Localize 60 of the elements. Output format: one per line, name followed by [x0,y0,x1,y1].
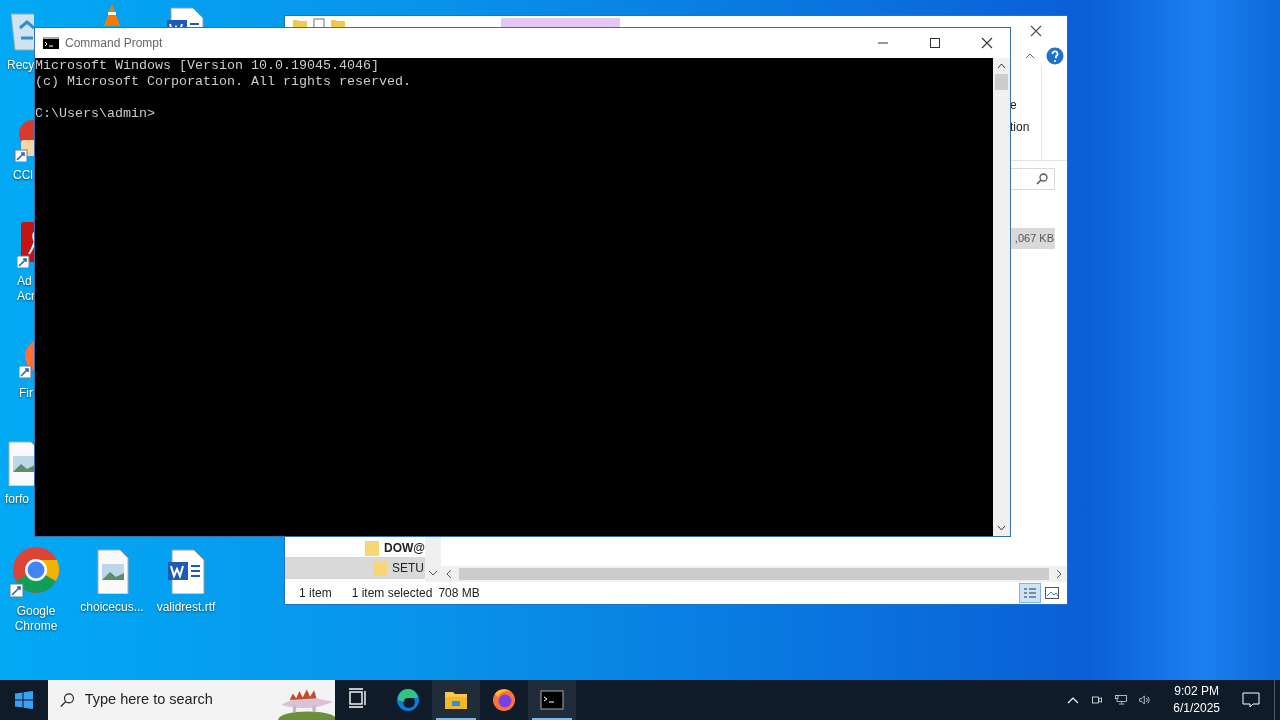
scrollbar-thumb[interactable] [459,568,1049,580]
search-icon [60,691,75,709]
clock-time: 9:02 PM [1173,683,1220,700]
icon-label[interactable]: Google Chrome [14,604,58,634]
icon-label[interactable]: Fir [19,386,33,401]
chevron-down-icon [428,570,438,576]
clock-date: 6/1/2025 [1173,700,1220,717]
ribbon-label[interactable]: e [1010,96,1017,114]
scrollbar-thumb[interactable] [995,74,1008,90]
list-icon [1023,587,1037,599]
ribbon-label[interactable]: tion [1010,118,1030,136]
clock-button[interactable]: 9:02 PM 6/1/2025 [1165,683,1228,717]
chevron-up-icon [1067,696,1080,704]
image-icon [1045,587,1059,599]
chat-bubble-icon [1242,691,1260,709]
window-title: Command Prompt [65,35,163,52]
image-file-icon[interactable] [5,440,34,486]
console-icon [540,688,564,712]
icon-label[interactable]: choicecus... [80,600,144,615]
icon-label[interactable]: validrest.rtf [156,600,216,615]
help-icon[interactable] [1046,47,1064,65]
chevron-up-icon [997,63,1006,69]
close-icon [1030,25,1042,37]
windows-logo-icon [15,691,33,709]
icon-label[interactable]: Recy [7,58,35,73]
icon-label[interactable]: Ad Acr [17,274,35,304]
close-icon [981,37,993,49]
search-icon [1036,172,1048,185]
chevron-down-icon [997,525,1006,531]
taskbar-app[interactable] [432,680,480,720]
status-text: 1 item [299,585,332,602]
edge-icon [396,688,420,712]
icon-label[interactable]: forfo [5,492,29,507]
status-text: 708 MB [438,585,480,602]
console-text: (c) Microsoft Corporation. All rights reserved. [35,74,412,90]
console-text: Microsoft Windows [Version 10.0.19045.4046] [35,58,380,74]
icon-label[interactable]: CCl [13,168,33,183]
chevron-up-icon [1025,53,1035,59]
network-icon [1115,692,1128,708]
properties-icon[interactable] [313,18,325,30]
firefox-icon [492,688,516,712]
file-size-cell[interactable]: ,067 KB [1011,228,1055,249]
image-file-icon[interactable] [94,548,130,594]
document-icon[interactable] [165,6,205,27]
status-text: 1 item selected [351,585,433,602]
taskbar-app[interactable] [528,680,576,720]
tree-item[interactable]: DOW@ [285,539,425,557]
chevron-left-icon [446,569,452,579]
maximize-icon [930,38,940,48]
command-prompt[interactable]: C:\Users\admin> [35,106,993,122]
folder-icon [365,540,379,556]
document-icon[interactable] [166,548,206,594]
search-field[interactable]: Type here to search [84,689,265,711]
folder-icon [373,560,387,576]
tree-item[interactable]: SETU [285,557,425,579]
chevron-right-icon [1056,569,1062,579]
console-icon [43,37,59,49]
chrome-icon[interactable] [10,546,62,598]
minimize-icon [878,42,888,44]
search-box[interactable]: Type here to search [48,680,335,720]
